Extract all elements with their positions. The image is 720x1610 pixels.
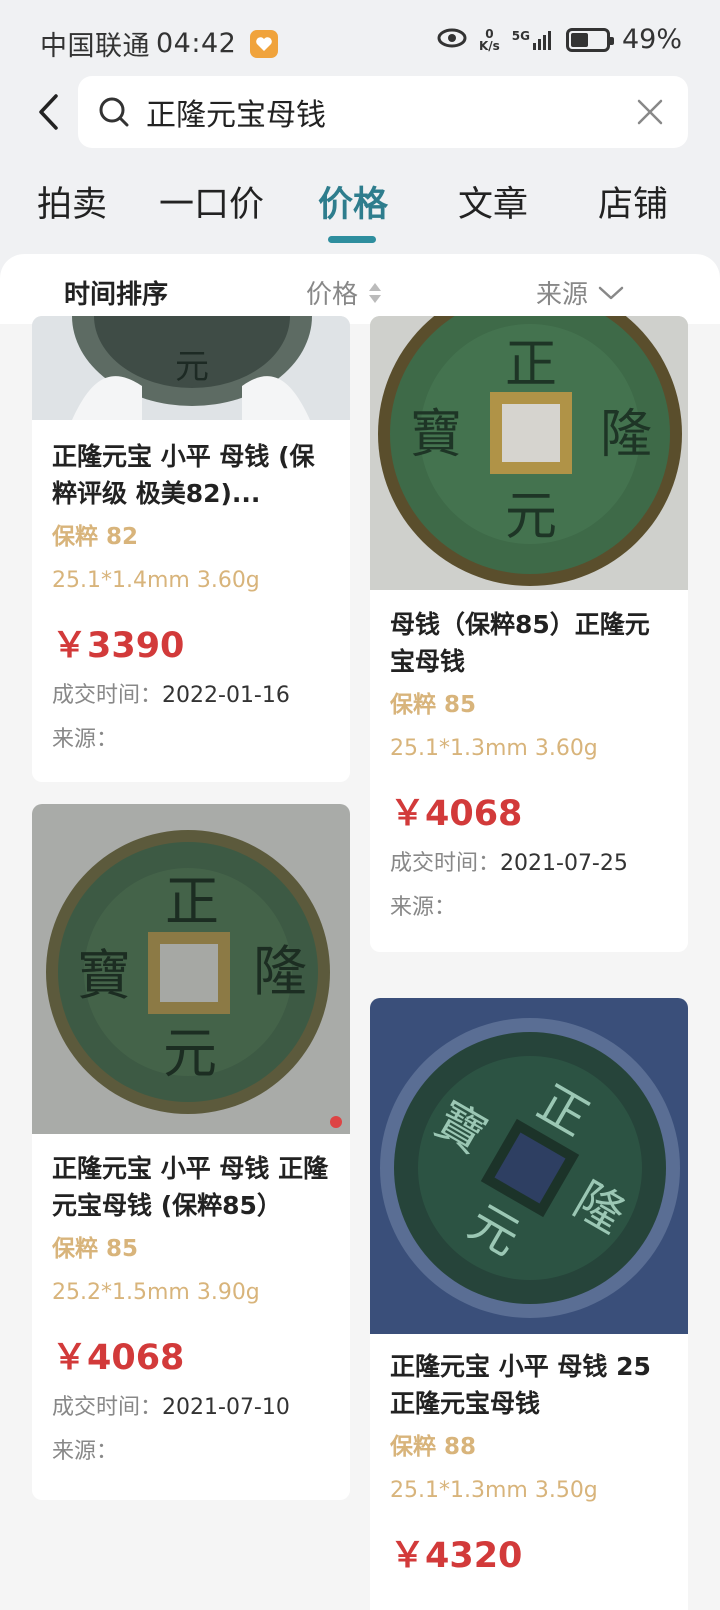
tab-fixed-price[interactable]: 一口价 (159, 176, 264, 227)
product-spec: 25.1*1.3mm 3.50g (390, 1478, 598, 1503)
deal-time: 成交时间：2022-01-16 (52, 680, 330, 712)
net-speed-unit: K/s (478, 38, 500, 53)
battery-icon (565, 27, 614, 52)
product-card[interactable]: 正 隆 元 寶 母钱（保粹85）正隆元宝母钱 保粹 85 25.1*1.3mm … (370, 316, 688, 952)
product-spec: 25.1*1.4mm 3.60g (52, 568, 260, 593)
carrier-name: 中国联通 (40, 31, 150, 62)
eye-icon (437, 24, 467, 55)
net-speed: 0 K/s (479, 28, 500, 52)
tab-articles[interactable]: 文章 (458, 176, 528, 227)
battery-percent: 49% (621, 24, 682, 55)
sort-arrows-icon (369, 282, 382, 303)
battery-fill (570, 32, 588, 47)
tab-shops[interactable]: 店铺 (598, 176, 668, 227)
product-title: 正隆元宝 小平 母钱 正隆元宝母钱 (保粹85） (52, 1154, 329, 1220)
source-label: 来源： (390, 895, 457, 920)
product-info: 母钱（保粹85）正隆元宝母钱 保粹 85 25.1*1.3mm 3.60g ￥4… (370, 606, 688, 924)
sort-bar: 时间排序 价格 来源 (0, 254, 720, 324)
coin-char-bottom: 元 (175, 347, 209, 387)
grade-badge: 保粹 85 (52, 1236, 139, 1262)
deal-time-value: 2021-07-25 (500, 851, 628, 876)
product-info: 正隆元宝 小平 母钱 25正隆元宝母钱 保粹 88 25.1*1.3mm 3.5… (370, 1348, 688, 1578)
search-input[interactable]: 正隆元宝母钱 (78, 76, 688, 148)
coin-char-bottom: 元 (505, 487, 557, 547)
product-spec: 25.2*1.5mm 3.90g (52, 1280, 260, 1305)
deal-time-value: 2021-07-10 (162, 1395, 290, 1420)
grade-badge: 保粹 82 (52, 524, 139, 550)
source-filter[interactable]: 来源 (536, 274, 624, 311)
coin-char-top: 正 (165, 870, 219, 933)
deal-time-value: 2022-01-16 (162, 683, 290, 708)
sort-by-price[interactable]: 价格 (306, 274, 382, 311)
product-image: 正 隆 元 寶 (370, 316, 688, 590)
product-info: 正隆元宝 小平 母钱 (保粹评级 极美82)... 保粹 82 25.1*1.4… (32, 438, 350, 756)
status-bar-left: 中国联通 04:42 (40, 24, 279, 63)
coin-char-right: 隆 (600, 405, 652, 465)
product-price: ￥4068 (390, 794, 523, 834)
deal-time-label: 成交时间： (390, 851, 501, 876)
sort-by-price-label: 价格 (306, 280, 359, 310)
product-image: 正 隆 元 寶 (370, 998, 688, 1334)
results-panel: 时间排序 价格 来源 元 正隆元宝 小平 母钱 (保粹评级 极美82)... 保… (0, 254, 720, 1610)
signal-icon: 5G (512, 29, 554, 51)
category-tabs: 拍卖 一口价 价格 文章 店铺 (0, 176, 720, 246)
product-card[interactable]: 正 隆 元 寶 正隆元宝 小平 母钱 25正隆元宝母钱 保粹 88 25.1*1… (370, 998, 688, 1610)
signal-label: 5G (511, 28, 530, 43)
deal-time: 成交时间：2021-07-10 (52, 1392, 330, 1424)
coin-char-left: 寶 (410, 405, 462, 465)
product-image: 正 隆 元 寶 (32, 804, 350, 1134)
clock: 04:42 (156, 28, 237, 59)
status-bar-right: 0 K/s 5G 49% (437, 24, 682, 55)
chevron-down-icon (598, 286, 624, 299)
deal-time-label: 成交时间： (52, 683, 163, 708)
product-price: ￥4068 (52, 1338, 185, 1378)
back-button[interactable] (28, 88, 68, 136)
net-speed-value: 0 (485, 26, 494, 41)
product-image: 元 (32, 316, 350, 420)
close-icon[interactable] (630, 92, 670, 132)
product-price: ￥4320 (390, 1536, 523, 1576)
source-filter-label: 来源 (536, 280, 589, 310)
deal-time-label: 成交时间： (52, 1395, 163, 1420)
tab-auction[interactable]: 拍卖 (37, 176, 107, 227)
active-tab-indicator (328, 236, 376, 243)
sort-by-time-label: 时间排序 (64, 280, 169, 310)
product-title: 母钱（保粹85）正隆元宝母钱 (390, 610, 650, 676)
grade-badge: 保粹 85 (390, 692, 477, 718)
source-label: 来源： (52, 1439, 119, 1464)
product-title: 正隆元宝 小平 母钱 (保粹评级 极美82)... (52, 442, 315, 508)
grade-badge: 保粹 88 (390, 1434, 477, 1460)
product-spec: 25.1*1.3mm 3.60g (390, 736, 598, 761)
coin-char-bottom: 元 (163, 1022, 217, 1085)
coin-char-top: 正 (505, 335, 557, 395)
coin-char-right: 隆 (253, 940, 307, 1003)
coin-char-left: 寶 (77, 944, 131, 1007)
product-card[interactable]: 正 隆 元 寶 正隆元宝 小平 母钱 正隆元宝母钱 (保粹85） 保粹 85 2… (32, 804, 350, 1500)
deal-time: 成交时间：2021-07-25 (390, 848, 668, 880)
product-card[interactable]: 元 正隆元宝 小平 母钱 (保粹评级 极美82)... 保粹 82 25.1*1… (32, 316, 350, 782)
app-notification-icon (250, 29, 279, 58)
search-query[interactable]: 正隆元宝母钱 (146, 90, 630, 134)
source-label: 来源： (52, 727, 119, 752)
status-bar: 中国联通 04:42 0 K/s 5G 49% (0, 0, 720, 84)
product-price: ￥3390 (52, 626, 185, 666)
sort-by-time[interactable]: 时间排序 (64, 274, 168, 311)
product-title: 正隆元宝 小平 母钱 25正隆元宝母钱 (390, 1352, 651, 1418)
product-info: 正隆元宝 小平 母钱 正隆元宝母钱 (保粹85） 保粹 85 25.2*1.5m… (32, 1150, 350, 1468)
tab-price[interactable]: 价格 (318, 176, 388, 227)
search-icon (98, 95, 132, 129)
